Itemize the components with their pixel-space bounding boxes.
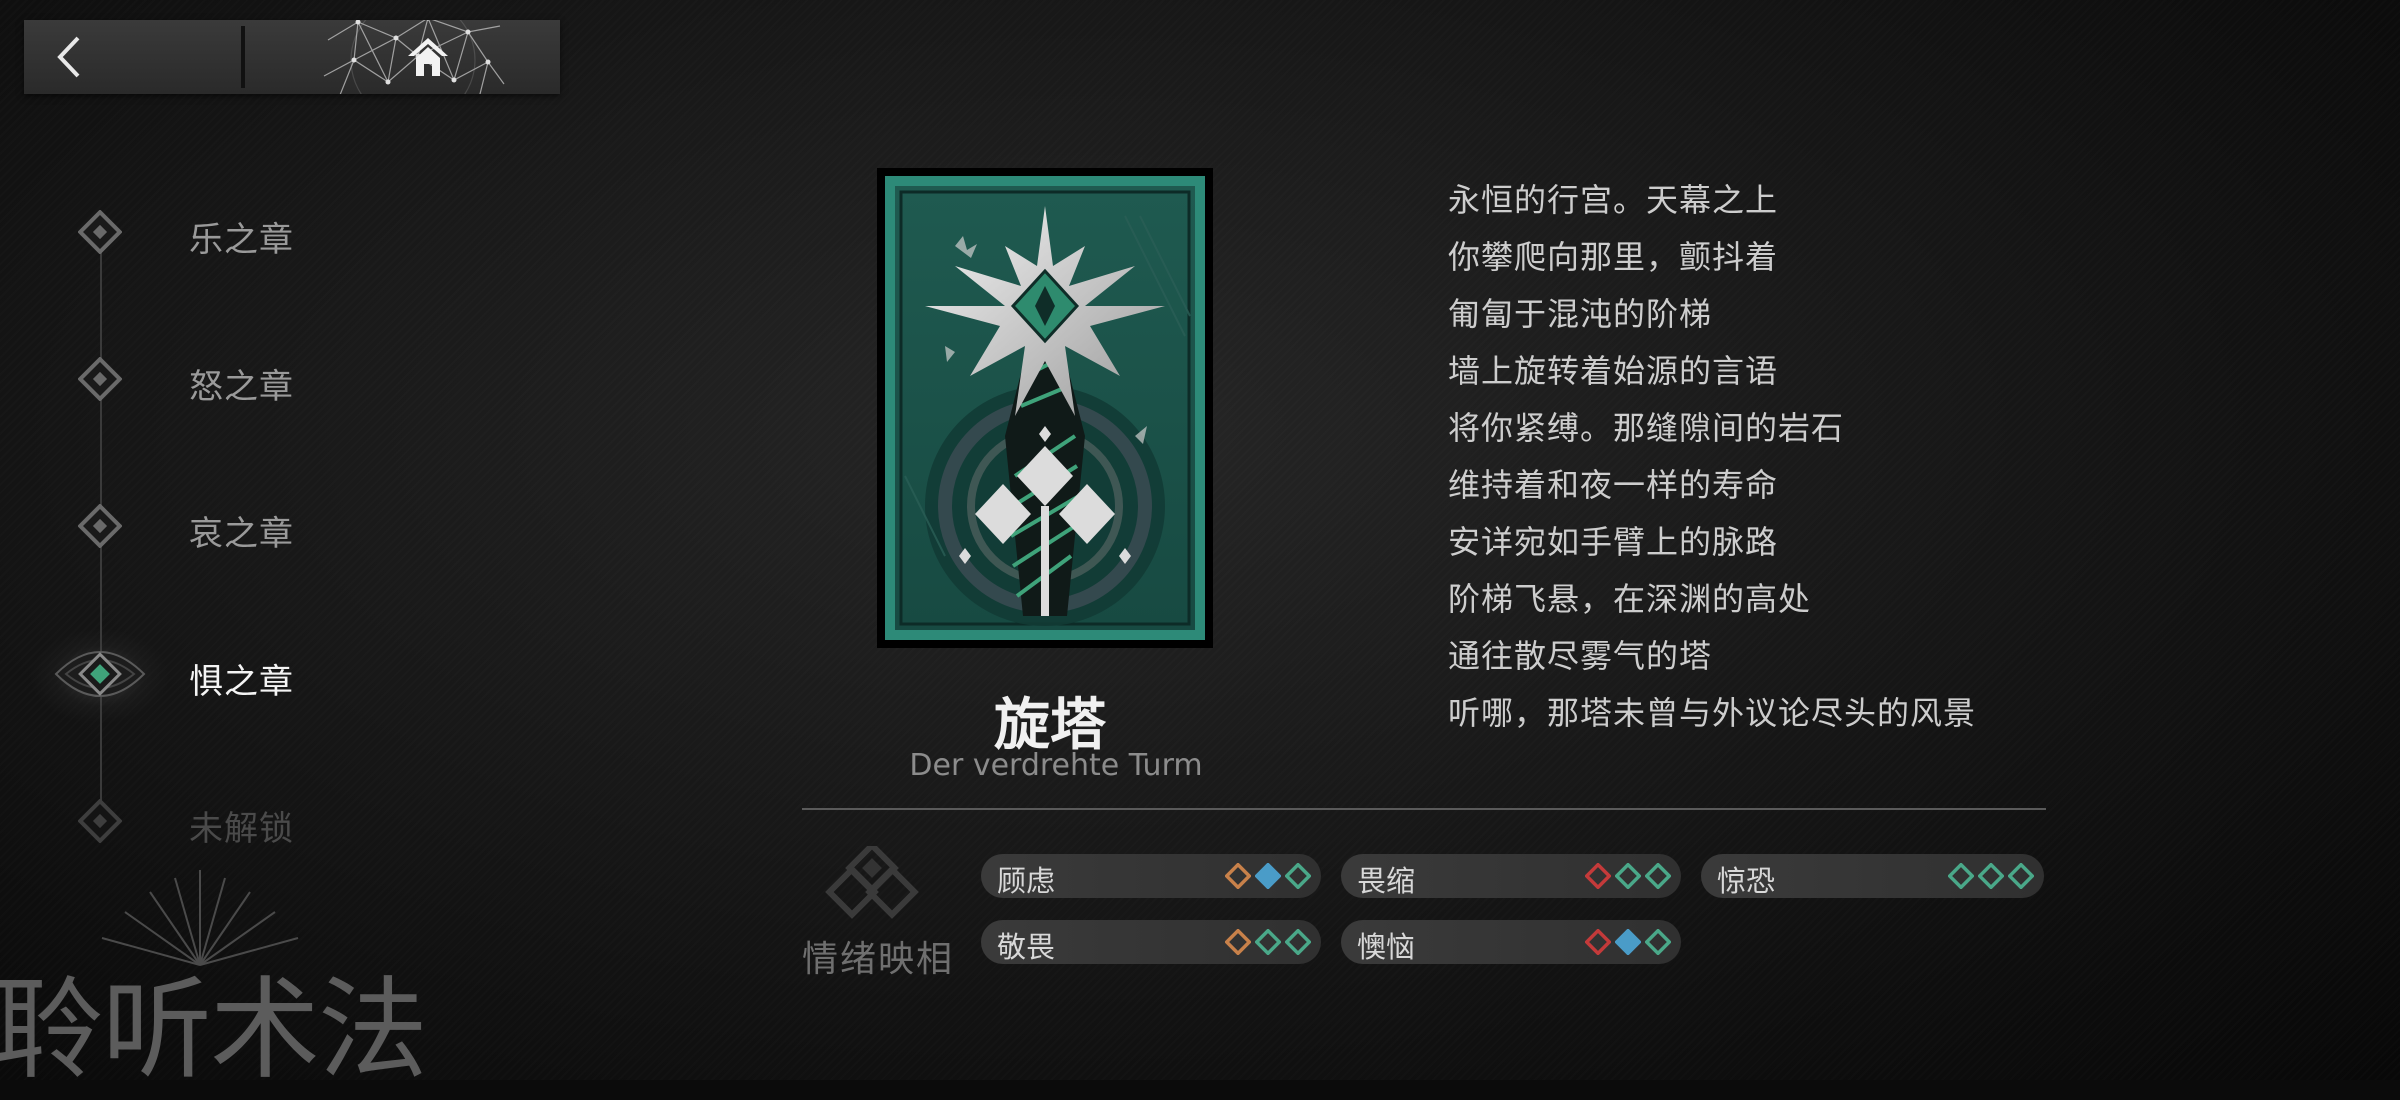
poem-text: 永恒的行宫。天幕之上 你攀爬向那里，颤抖着 匍匐于混沌的阶梯 墙上旋转着始源的言…: [1448, 176, 2148, 746]
poem-line: 将你紧缚。那缝隙间的岩石: [1448, 409, 1845, 447]
chapter-item-locked[interactable]: 未解锁: [60, 791, 360, 851]
emotion-gems: [1948, 863, 2034, 889]
emotion-tag-label: 懊恼: [1357, 930, 1416, 964]
emotion-tag[interactable]: 懊恼: [1341, 920, 1681, 964]
emotion-tag[interactable]: 敬畏: [981, 920, 1321, 964]
red-gem-icon: [1585, 929, 1611, 955]
chapter-label: 乐之章: [189, 220, 294, 260]
card-artwork-frame: [877, 168, 1213, 648]
poem-line: 你攀爬向那里，颤抖着: [1448, 238, 1779, 276]
green-gem-icon: [2008, 863, 2034, 889]
emotion-tag-label: 敬畏: [997, 930, 1056, 964]
emotion-tag[interactable]: 畏缩: [1341, 854, 1681, 898]
green-gem-icon: [1645, 863, 1671, 889]
poem-line: 永恒的行宫。天幕之上: [1448, 181, 1779, 219]
chapter-item-sorrow[interactable]: 哀之章: [60, 496, 360, 556]
chapter-item-fear[interactable]: 惧之章: [54, 644, 360, 704]
orange-gem-icon: [1225, 929, 1251, 955]
emotions-title: 情绪映相: [802, 939, 955, 980]
back-button[interactable]: [24, 20, 242, 94]
green-gem-icon: [1615, 863, 1641, 889]
green-gem-icon: [1978, 863, 2004, 889]
emotion-gems: [1585, 863, 1671, 889]
emotion-tag[interactable]: 惊恐: [1701, 854, 2044, 898]
green-gem-icon: [1285, 929, 1311, 955]
poem-line: 通往散尽雾气的塔: [1448, 637, 1713, 675]
red-gem-icon: [1585, 863, 1611, 889]
green-gem-icon: [1948, 863, 1974, 889]
emotion-gems: [1585, 929, 1671, 955]
poem-line: 安详宛如手臂上的脉路: [1448, 523, 1779, 561]
home-button[interactable]: [246, 20, 560, 94]
chevron-left-icon: [57, 36, 80, 78]
brand-logo-text: 聆听术法: [0, 966, 428, 1094]
chapter-item-joy[interactable]: 乐之章: [60, 202, 360, 262]
top-nav-bar: [24, 20, 560, 94]
emotion-tag-label: 顾虑: [997, 864, 1056, 898]
chapter-label: 未解锁: [189, 809, 294, 849]
poem-line: 墙上旋转着始源的言语: [1448, 352, 1779, 390]
chapter-diamond-icon: [78, 357, 122, 401]
poem-line: 阶梯飞悬，在深渊的高处: [1448, 580, 1812, 618]
emotion-gems: [1225, 929, 1311, 955]
chapter-label: 哀之章: [189, 514, 294, 554]
emotion-gems: [1225, 863, 1311, 889]
emotion-tag-label: 畏缩: [1357, 864, 1416, 898]
green-gem-icon: [1645, 929, 1671, 955]
green-gem-icon: [1285, 863, 1311, 889]
blue-gem-icon: [1255, 863, 1281, 889]
emotion-emblem-icon: [825, 846, 919, 919]
chapter-label: 怒之章: [189, 367, 294, 407]
eye-diamond-icon: [54, 651, 146, 697]
blue-gem-icon: [1615, 929, 1641, 955]
poem-line: 匍匐于混沌的阶梯: [1448, 295, 1713, 333]
green-gem-icon: [1255, 929, 1281, 955]
emotion-tag[interactable]: 顾虑: [981, 854, 1321, 898]
chapter-diamond-icon: [78, 799, 122, 843]
section-divider: [802, 808, 2046, 810]
card-subtitle: Der verdrehte Turm: [909, 748, 1203, 783]
chapter-item-anger[interactable]: 怒之章: [60, 349, 360, 409]
chapter-detail-screen: 乐之章 怒之章 哀之章 惧之章 未解锁 聆听术法 旋塔 Der verdreht…: [0, 0, 2400, 1094]
chapter-label: 惧之章: [189, 662, 294, 702]
chapter-diamond-icon: [78, 504, 122, 548]
orange-gem-icon: [1225, 863, 1251, 889]
emotion-tag-label: 惊恐: [1717, 864, 1776, 898]
nav-divider: [241, 26, 245, 88]
home-icon: [408, 38, 448, 76]
poem-line: 听哪，那塔未曾与外议论尽头的风景: [1448, 694, 1977, 732]
chapter-diamond-icon: [78, 210, 122, 254]
twisted-tower-card-art: [885, 176, 1205, 640]
poem-line: 维持着和夜一样的寿命: [1448, 466, 1779, 504]
